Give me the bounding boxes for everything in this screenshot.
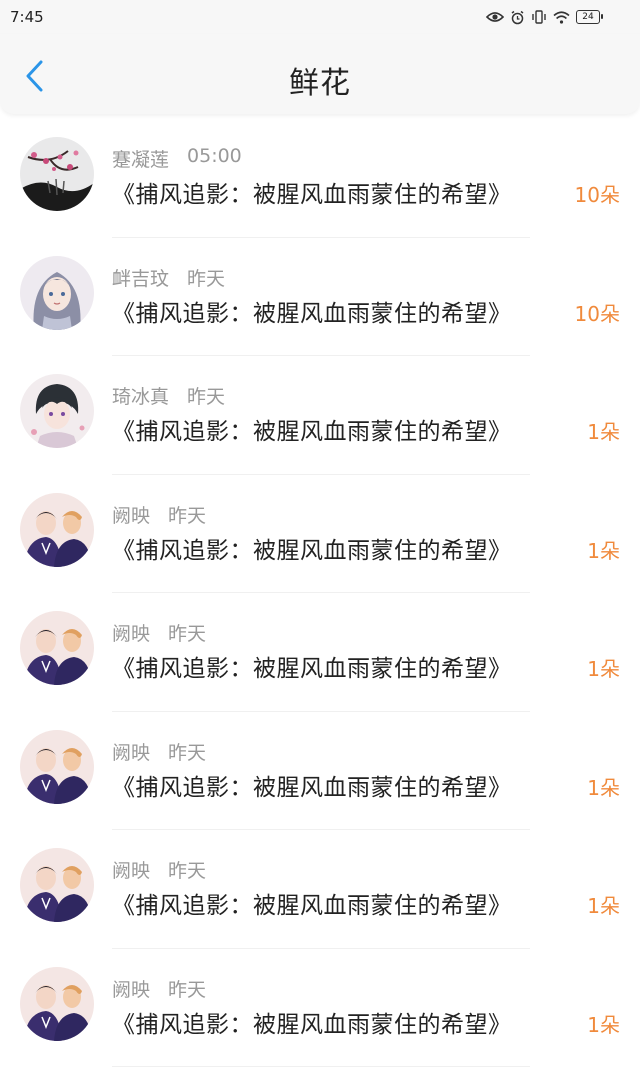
flower-count: 10朵 [575,298,620,327]
user-name[interactable]: 阙映 [112,856,150,883]
user-name[interactable]: 阙映 [112,738,150,765]
page-title: 鲜花 [0,58,640,102]
book-title[interactable]: 《捕风追影：被腥风血雨蒙住的希望》 [112,649,512,683]
status-bar: 7:45 24 [0,0,640,34]
item-meta: 阙映 昨天 [112,619,206,646]
item-time: 昨天 [168,856,206,883]
user-avatar[interactable] [20,730,94,804]
battery-icon: 24 [576,10,600,24]
user-name[interactable]: 阙映 [112,975,150,1002]
book-title[interactable]: 《捕风追影：被腥风血雨蒙住的希望》 [112,1005,512,1039]
item-time: 昨天 [168,975,206,1002]
couple-avatar-icon [20,730,94,804]
flower-count: 1朵 [587,890,620,919]
flower-count: 1朵 [587,653,620,682]
user-name[interactable]: 衅吉玟 [112,264,169,291]
user-avatar[interactable] [20,137,94,211]
user-avatar[interactable] [20,374,94,448]
flower-count: 1朵 [587,416,620,445]
item-meta: 琦冰真 昨天 [112,382,225,409]
item-meta: 阙映 昨天 [112,738,206,765]
book-title[interactable]: 《捕风追影：被腥风血雨蒙住的希望》 [112,886,512,920]
user-name[interactable]: 阙映 [112,501,150,528]
status-time: 7:45 [10,8,44,26]
item-meta: 阙映 昨天 [112,856,206,883]
list-item[interactable]: 蹇凝莲 05:00 《捕风追影：被腥风血雨蒙住的希望》 10朵 [0,119,640,238]
item-time: 昨天 [168,501,206,528]
app-header: 鲜花 [0,34,640,114]
list-item[interactable]: 阙映 昨天 《捕风追影：被腥风血雨蒙住的希望》 1朵 [0,949,640,1067]
user-avatar[interactable] [20,848,94,922]
wifi-icon [553,11,570,24]
couple-avatar-icon [20,967,94,1041]
couple-avatar-icon [20,611,94,685]
flower-list: 蹇凝莲 05:00 《捕风追影：被腥风血雨蒙住的希望》 10朵 衅吉玟 昨天 《… [0,119,640,1067]
item-meta: 衅吉玟 昨天 [112,264,225,291]
item-time: 05:00 [187,145,242,172]
status-icons: 24 [486,7,600,27]
item-meta: 阙映 昨天 [112,975,206,1002]
book-title[interactable]: 《捕风追影：被腥风血雨蒙住的希望》 [112,412,512,446]
list-item[interactable]: 衅吉玟 昨天 《捕风追影：被腥风血雨蒙住的希望》 10朵 [0,238,640,357]
couple-avatar-icon [20,848,94,922]
flower-count: 1朵 [587,1009,620,1038]
item-time: 昨天 [187,382,225,409]
item-time: 昨天 [168,738,206,765]
user-avatar[interactable] [20,967,94,1041]
user-avatar[interactable] [20,611,94,685]
flower-count: 10朵 [575,179,620,208]
plum-blossom-avatar-icon [20,137,94,211]
flower-count: 1朵 [587,535,620,564]
user-avatar[interactable] [20,256,94,330]
item-meta: 蹇凝莲 05:00 [112,145,242,172]
user-avatar[interactable] [20,493,94,567]
alarm-icon [510,10,525,25]
item-time: 昨天 [168,619,206,646]
flower-count: 1朵 [587,772,620,801]
vibrate-icon [531,10,547,24]
couple-avatar-icon [20,493,94,567]
list-item[interactable]: 阙映 昨天 《捕风追影：被腥风血雨蒙住的希望》 1朵 [0,712,640,831]
list-item[interactable]: 琦冰真 昨天 《捕风追影：被腥风血雨蒙住的希望》 1朵 [0,356,640,475]
anime-girl-avatar-icon [20,256,94,330]
list-item[interactable]: 阙映 昨天 《捕风追影：被腥风血雨蒙住的希望》 1朵 [0,475,640,594]
book-title[interactable]: 《捕风追影：被腥风血雨蒙住的希望》 [112,531,512,565]
user-name[interactable]: 琦冰真 [112,382,169,409]
book-title[interactable]: 《捕风追影：被腥风血雨蒙住的希望》 [112,768,512,802]
book-title[interactable]: 《捕风追影：被腥风血雨蒙住的希望》 [112,175,512,209]
item-time: 昨天 [187,264,225,291]
anime-boy-avatar-icon [20,374,94,448]
list-item[interactable]: 阙映 昨天 《捕风追影：被腥风血雨蒙住的希望》 1朵 [0,593,640,712]
user-name[interactable]: 蹇凝莲 [112,145,169,172]
item-meta: 阙映 昨天 [112,501,206,528]
user-name[interactable]: 阙映 [112,619,150,646]
list-item[interactable]: 阙映 昨天 《捕风追影：被腥风血雨蒙住的希望》 1朵 [0,830,640,949]
eye-icon [486,11,504,23]
book-title[interactable]: 《捕风追影：被腥风血雨蒙住的希望》 [112,294,512,328]
